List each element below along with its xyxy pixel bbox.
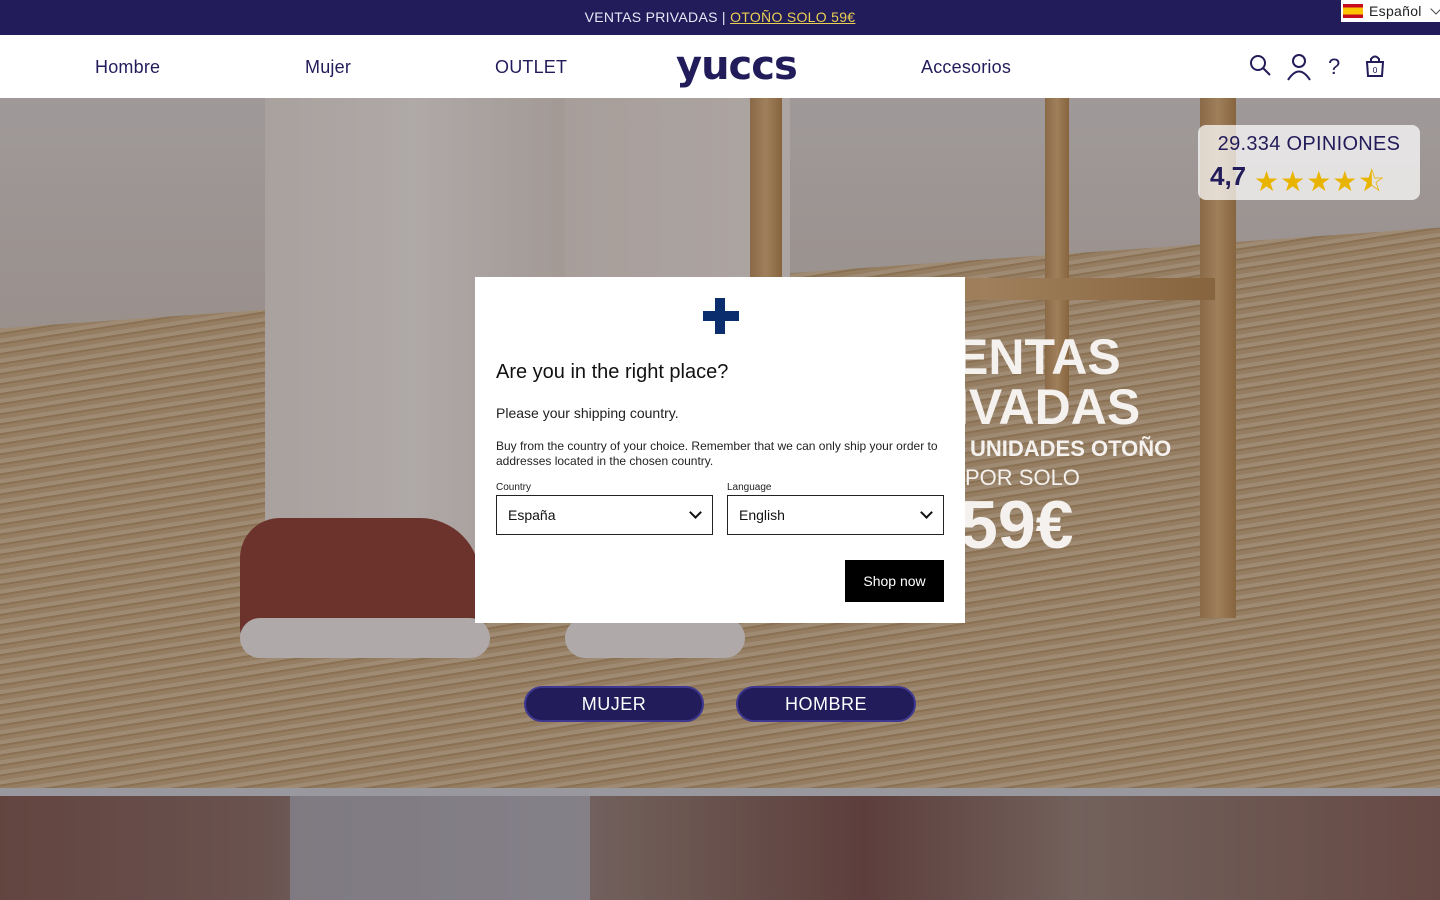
modal-title: Are you in the right place?: [496, 361, 729, 383]
language-select[interactable]: English: [727, 495, 944, 535]
language-label: Language: [727, 482, 772, 493]
nav-hombre[interactable]: Hombre: [95, 57, 160, 78]
modal-subtitle: Please your shipping country.: [496, 405, 679, 421]
rating-score: 4,7: [1210, 161, 1247, 191]
reviews-badge[interactable]: 29.334 OPINIONES 4,7 ★★★★⯪: [1198, 125, 1420, 200]
promo-price: 59€: [960, 487, 1074, 563]
nav-outlet[interactable]: OUTLET: [495, 57, 567, 78]
announcement-link[interactable]: OTOÑO SOLO 59€: [730, 9, 855, 25]
country-selector-modal: Are you in the right place? Please your …: [475, 277, 965, 623]
announcement-bar: VENTAS PRIVADAS | OTOÑO SOLO 59€ Español: [0, 0, 1440, 35]
announcement-text: VENTAS PRIVADAS |: [584, 9, 731, 25]
nav-mujer[interactable]: Mujer: [305, 57, 351, 78]
promo-line-2: IVADAS: [955, 379, 1141, 435]
announcement-message: VENTAS PRIVADAS | OTOÑO SOLO 59€: [0, 9, 1440, 25]
user-icon[interactable]: [1286, 53, 1312, 81]
shop-now-button[interactable]: Shop now: [845, 560, 944, 602]
search-icon[interactable]: [1248, 53, 1274, 79]
finland-flag-cross-icon: [703, 298, 739, 334]
site-logo[interactable]: yuccs: [676, 43, 798, 89]
language-switcher[interactable]: Español: [1341, 0, 1440, 22]
promo-line-3: UNIDADES OTOÑO: [970, 436, 1172, 461]
reviews-count: 29.334 OPINIONES: [1217, 133, 1401, 155]
language-select-value: English: [739, 507, 785, 523]
svg-text:0: 0: [1372, 66, 1377, 75]
spain-flag-icon: [1343, 4, 1363, 18]
help-icon[interactable]: ?: [1328, 54, 1354, 80]
nav-accesorios[interactable]: Accesorios: [921, 57, 1011, 78]
country-label: Country: [496, 482, 532, 493]
chevron-down-icon: [689, 506, 702, 519]
country-select[interactable]: España: [496, 495, 713, 535]
language-label: Español: [1369, 3, 1422, 19]
cta-hombre-button[interactable]: HOMBRE: [736, 686, 916, 722]
country-select-value: España: [508, 507, 556, 523]
bag-icon[interactable]: 0: [1362, 53, 1388, 79]
star-rating-icon: ★★★★⯪: [1254, 166, 1386, 197]
chevron-down-icon: [920, 506, 933, 519]
cta-mujer-button[interactable]: MUJER: [524, 686, 704, 722]
chevron-down-icon: [1430, 3, 1440, 15]
modal-description: Buy from the country of your choice. Rem…: [496, 439, 938, 468]
site-header: Hombre Mujer OUTLET yuccs Accesorios ? 0: [0, 35, 1440, 98]
